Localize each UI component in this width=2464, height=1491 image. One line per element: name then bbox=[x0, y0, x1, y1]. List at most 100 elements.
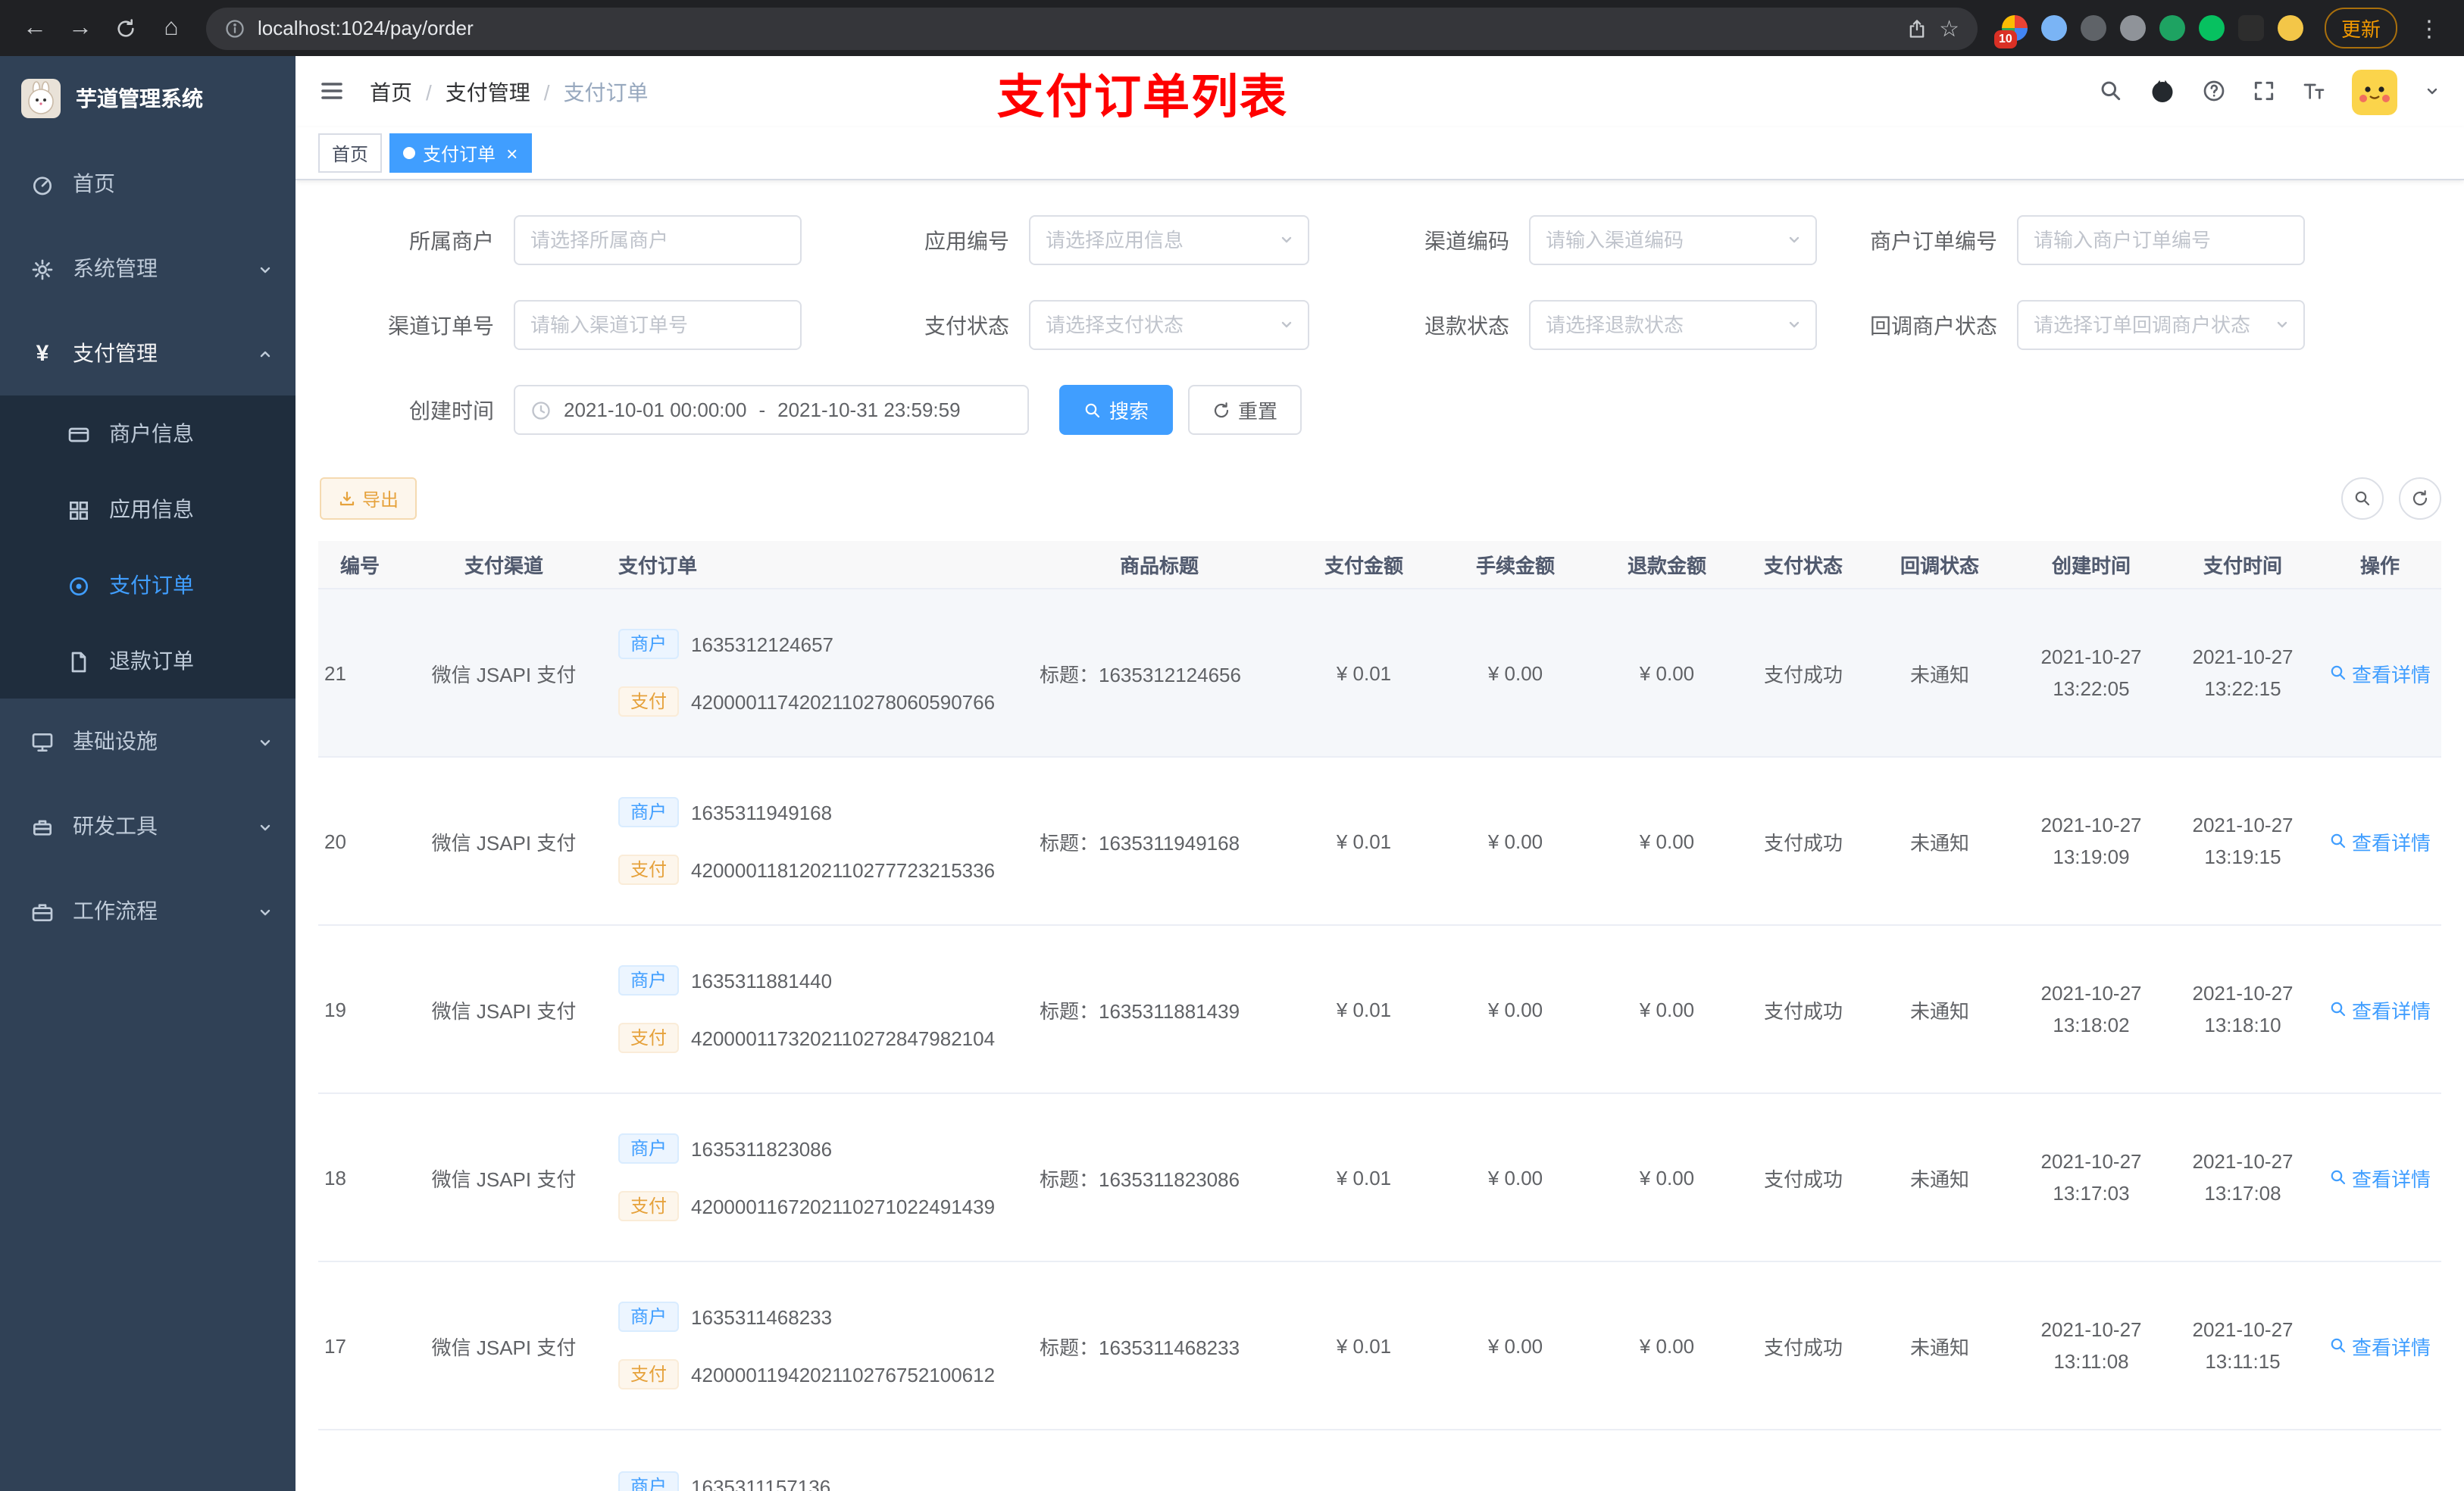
col-refund-amount: 退款金额 bbox=[1627, 555, 1706, 577]
hamburger-icon[interactable] bbox=[318, 78, 346, 105]
refund-status-input[interactable] bbox=[1546, 314, 1773, 336]
browser-update-button[interactable]: 更新 bbox=[2324, 8, 2397, 48]
merchant-no: 1635311881440 bbox=[691, 969, 833, 992]
pay-status-select[interactable] bbox=[1029, 300, 1309, 350]
date-start-value[interactable]: 2021-10-01 00:00:00 bbox=[564, 399, 746, 421]
merchant-field[interactable] bbox=[514, 215, 802, 265]
active-tab-dot bbox=[403, 147, 416, 159]
app-id-input[interactable] bbox=[1046, 229, 1265, 252]
extension-icon-5[interactable] bbox=[2159, 15, 2185, 41]
sidebar-item-infrastructure[interactable]: 基础设施 bbox=[0, 699, 295, 783]
sidebar-item-workflow[interactable]: 工作流程 bbox=[0, 868, 295, 953]
export-button[interactable]: 导出 bbox=[320, 477, 417, 520]
extension-icon-8[interactable] bbox=[2277, 15, 2303, 41]
breadcrumb-home[interactable]: 首页 bbox=[370, 77, 412, 107]
fullscreen-icon[interactable] bbox=[2252, 78, 2276, 105]
view-detail-link[interactable]: 查看详情 bbox=[2329, 827, 2431, 855]
view-detail-link[interactable]: 查看详情 bbox=[2329, 995, 2431, 1024]
merchant-no-tag: 商户 bbox=[618, 629, 680, 659]
reset-button[interactable]: 重置 bbox=[1188, 385, 1302, 435]
channel-order-no-input[interactable] bbox=[530, 314, 800, 336]
breadcrumb-current: 支付订单 bbox=[563, 80, 649, 104]
cell-fee-amount: ¥ 0.00 bbox=[1487, 1334, 1543, 1357]
merchant-order-no-field[interactable] bbox=[2017, 215, 2305, 265]
pay-no: 4200001174202110278060590766 bbox=[691, 690, 996, 713]
extension-icon-4[interactable] bbox=[2119, 15, 2146, 41]
share-icon[interactable] bbox=[1906, 16, 1927, 39]
cell-pay-status: 支付成功 bbox=[1763, 1336, 1843, 1358]
sidebar-item-pay-order[interactable]: 支付订单 bbox=[0, 547, 295, 623]
sidebar-item-merchant-info[interactable]: 商户信息 bbox=[0, 395, 295, 471]
tab-pay-order[interactable]: 支付订单 × bbox=[389, 133, 532, 173]
close-icon[interactable]: × bbox=[506, 143, 518, 163]
channel-code-input[interactable] bbox=[1546, 229, 1773, 252]
github-icon[interactable] bbox=[2149, 78, 2176, 105]
search-toggle-button[interactable] bbox=[2341, 477, 2384, 520]
browser-back-icon[interactable]: ← bbox=[15, 8, 55, 48]
view-detail-link[interactable]: 查看详情 bbox=[2329, 1331, 2431, 1360]
view-detail-link[interactable]: 查看详情 bbox=[2329, 658, 2431, 687]
breadcrumb-section[interactable]: 支付管理 bbox=[446, 77, 530, 107]
extension-icon-6[interactable] bbox=[2198, 15, 2225, 41]
merchant-no-tag: 商户 bbox=[618, 1133, 680, 1164]
merchant-order-no-input[interactable] bbox=[2034, 229, 2303, 252]
extension-icon-2[interactable] bbox=[2040, 15, 2067, 41]
col-fee-amount: 手续金额 bbox=[1475, 555, 1555, 577]
browser-forward-icon[interactable]: → bbox=[61, 8, 100, 48]
sidebar-item-payment[interactable]: ¥ 支付管理 bbox=[0, 311, 295, 395]
col-create-time: 创建时间 bbox=[2051, 555, 2131, 577]
cell-order-id: 20 bbox=[324, 830, 346, 852]
tab-home[interactable]: 首页 bbox=[318, 133, 383, 173]
cell-create-time: 2021-10-27 13:22:05 bbox=[2040, 645, 2142, 700]
pay-order-icon bbox=[67, 572, 91, 599]
pay-status-input[interactable] bbox=[1046, 314, 1265, 336]
bookmark-star-icon[interactable]: ☆ bbox=[1939, 14, 1959, 42]
sidebar-item-system[interactable]: 系统管理 bbox=[0, 226, 295, 311]
cell-pay-channel: 微信 JSAPI 支付 bbox=[431, 831, 577, 854]
browser-home-icon[interactable]: ⌂ bbox=[152, 8, 191, 48]
merchant-input[interactable] bbox=[530, 229, 800, 252]
view-detail-link[interactable]: 查看详情 bbox=[2329, 1163, 2431, 1192]
callback-status-select[interactable] bbox=[2017, 300, 2305, 350]
cell-order-id: 17 bbox=[324, 1334, 346, 1357]
sidebar-item-refund-order[interactable]: 退款订单 bbox=[0, 623, 295, 699]
extension-icon-1[interactable]: 10 bbox=[1993, 15, 2028, 48]
cell-refund-amount: ¥ 0.00 bbox=[1639, 1334, 1695, 1357]
user-avatar[interactable] bbox=[2352, 69, 2397, 114]
cell-pay-channel: 微信 JSAPI 支付 bbox=[431, 1167, 577, 1190]
reset-button-label: 重置 bbox=[1238, 400, 1278, 423]
url-text[interactable]: localhost:1024/pay/order bbox=[258, 17, 1893, 39]
search-icon[interactable] bbox=[2099, 78, 2123, 105]
date-range-separator: - bbox=[758, 399, 766, 421]
font-size-icon[interactable] bbox=[2302, 78, 2326, 105]
sidebar-item-devtools[interactable]: 研发工具 bbox=[0, 783, 295, 868]
extension-icon-7[interactable] bbox=[2237, 15, 2264, 41]
browser-reload-icon[interactable] bbox=[106, 8, 145, 48]
sidebar-item-home[interactable]: 首页 bbox=[0, 141, 295, 226]
help-icon[interactable] bbox=[2202, 78, 2226, 105]
filter-row-2: 渠道订单号 支付状态 退款状态 回调商户状态 bbox=[320, 300, 2464, 350]
sidebar-logo[interactable]: 芋道管理系统 bbox=[0, 56, 295, 141]
browser-menu-icon[interactable]: ⋮ bbox=[2409, 8, 2449, 48]
search-button[interactable]: 搜索 bbox=[1059, 385, 1174, 435]
address-bar[interactable]: localhost:1024/pay/order ☆ bbox=[206, 7, 1978, 49]
tags-view-bar: 首页 支付订单 × bbox=[295, 127, 2464, 180]
app-id-select[interactable] bbox=[1029, 215, 1309, 265]
filter-row-1: 所属商户 应用编号 渠道编码 商户订单编号 bbox=[320, 215, 2464, 265]
refresh-button[interactable] bbox=[2399, 477, 2441, 520]
pay-order-table: 编号 支付渠道 支付订单 商品标题 支付金额 手续金额 退款金额 支付状态 回调… bbox=[318, 541, 2441, 1491]
col-pay-channel: 支付渠道 bbox=[464, 555, 543, 577]
sidebar-item-label: 研发工具 bbox=[73, 814, 158, 838]
create-time-range-picker[interactable]: 2021-10-01 00:00:00 - 2021-10-31 23:59:5… bbox=[514, 385, 1029, 435]
site-info-icon[interactable] bbox=[224, 16, 245, 39]
refund-status-select[interactable] bbox=[1529, 300, 1817, 350]
sidebar-item-app-info[interactable]: 应用信息 bbox=[0, 471, 295, 547]
cell-pay-status: 支付成功 bbox=[1763, 999, 1843, 1022]
channel-code-select[interactable] bbox=[1529, 215, 1817, 265]
date-end-value[interactable]: 2021-10-31 23:59:59 bbox=[777, 399, 960, 421]
callback-status-input[interactable] bbox=[2034, 314, 2261, 336]
extension-icon-3[interactable] bbox=[2080, 15, 2106, 41]
cell-pay-order: 商户 1635311468233 支付 4200001194202110276752… bbox=[606, 1262, 1030, 1429]
channel-order-no-field[interactable] bbox=[514, 300, 802, 350]
avatar-caret-icon[interactable] bbox=[2423, 78, 2441, 105]
